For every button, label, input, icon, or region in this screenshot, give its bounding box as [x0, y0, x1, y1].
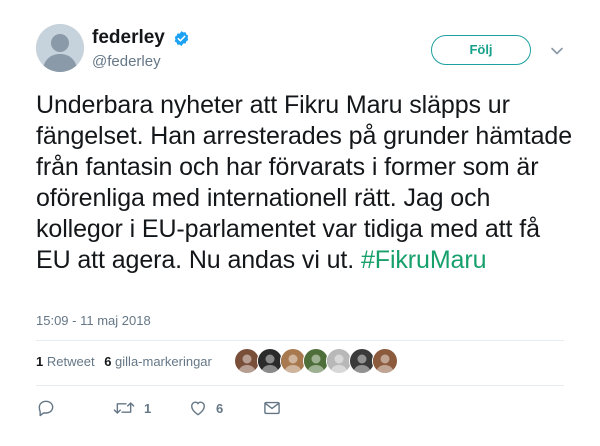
likes-stat-label: gilla-markeringar — [115, 354, 212, 369]
follow-button[interactable]: Följ — [431, 35, 531, 65]
reply-icon — [38, 400, 54, 417]
retweet-count: 1 — [144, 400, 152, 416]
likes-stat[interactable]: 6 gilla-markeringar — [104, 354, 212, 369]
reply-action[interactable] — [36, 397, 64, 419]
tweet-timestamp[interactable]: 15:09 - 11 maj 2018 — [36, 313, 151, 328]
profile-avatar[interactable] — [36, 24, 84, 72]
verified-badge-icon — [175, 30, 189, 46]
retweet-stat[interactable]: 1 Retweet — [36, 354, 95, 369]
tweet-stats: 1 Retweet 6 gilla-markeringar — [36, 354, 218, 369]
tweet-text: Underbara nyheter att Fikru Maru släpps … — [36, 90, 576, 276]
divider — [36, 385, 564, 386]
likes-stat-count: 6 — [104, 354, 112, 369]
avatar-image — [36, 24, 84, 72]
hashtag-link[interactable]: #FikruMaru — [361, 246, 487, 274]
divider — [36, 340, 564, 341]
retweet-stat-count: 1 — [36, 354, 44, 369]
tweet-actions: 1 6 — [36, 397, 296, 419]
user-name-block[interactable]: federley @federley — [92, 27, 190, 70]
chevron-down-icon[interactable] — [548, 42, 566, 60]
display-name[interactable]: federley — [92, 27, 165, 49]
retweet-action[interactable]: 1 — [112, 397, 151, 419]
like-action[interactable]: 6 — [188, 397, 223, 419]
retweet-icon — [113, 402, 135, 414]
direct-message-action[interactable] — [262, 397, 282, 419]
like-count: 6 — [216, 400, 224, 416]
tweet-body: Underbara nyheter att Fikru Maru släpps … — [36, 91, 573, 274]
liker-avatar[interactable] — [372, 348, 398, 374]
user-handle: @federley — [92, 53, 161, 70]
heart-icon — [191, 401, 205, 416]
retweet-stat-label: Retweet — [46, 354, 95, 369]
envelope-icon — [264, 401, 280, 415]
